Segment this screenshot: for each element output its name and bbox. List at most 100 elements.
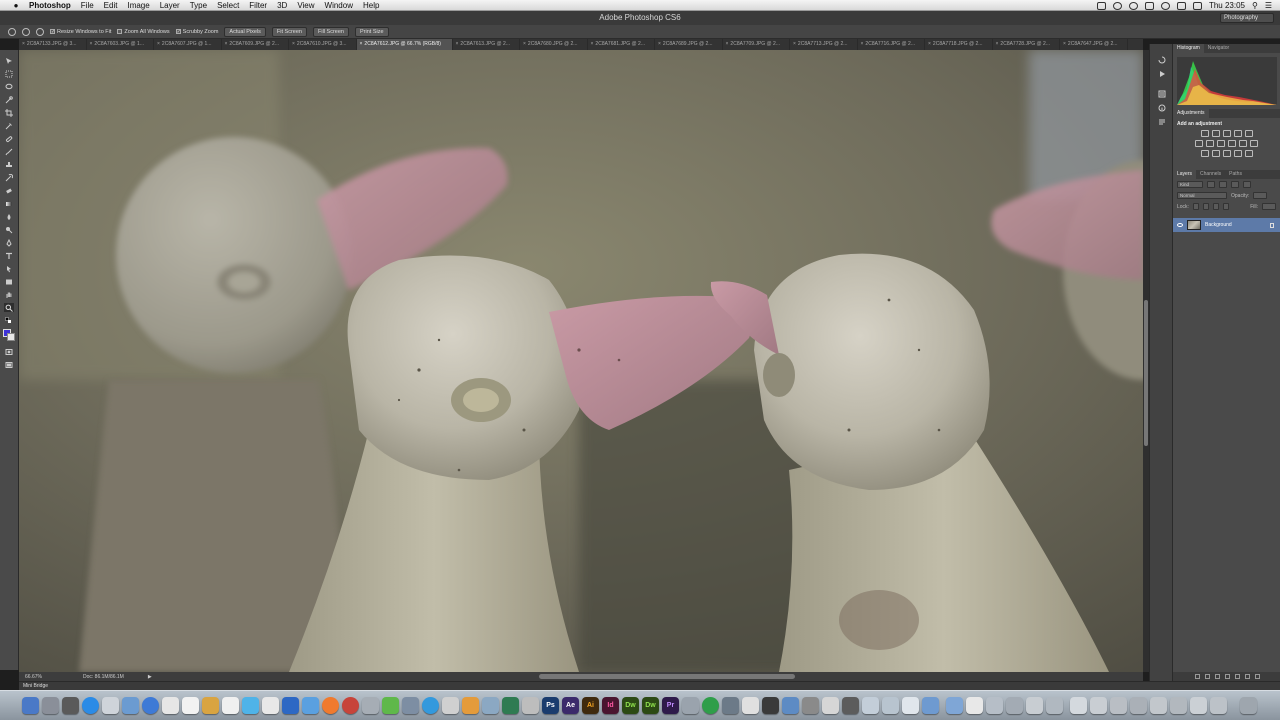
zoom-level[interactable]: 66.67%	[19, 674, 43, 680]
close-tab-icon[interactable]: ×	[1063, 41, 1066, 47]
horizontal-scroll-thumb[interactable]	[539, 674, 795, 679]
close-tab-icon[interactable]: ×	[658, 41, 661, 47]
doc-tab[interactable]: × 2C8A7680.JPG @ 2...	[520, 39, 588, 50]
history-brush-tool-icon[interactable]	[4, 173, 14, 182]
history-panel-icon[interactable]	[1157, 56, 1166, 64]
close-tab-icon[interactable]: ×	[591, 41, 594, 47]
mail-icon[interactable]	[102, 697, 119, 714]
folder-icon[interactable]	[202, 697, 219, 714]
contacts-icon[interactable]	[262, 697, 279, 714]
green-app-icon[interactable]	[702, 697, 719, 714]
calendar-icon[interactable]	[162, 697, 179, 714]
tab-histogram[interactable]: Histogram	[1173, 44, 1204, 53]
menu-layer[interactable]: Layer	[155, 0, 185, 11]
levels-icon[interactable]	[1211, 130, 1220, 137]
document-icon[interactable]	[742, 697, 759, 714]
lock-all-icon[interactable]	[1222, 203, 1229, 210]
exposure-icon[interactable]	[1233, 130, 1242, 137]
actual-pixels-button[interactable]: Actual Pixels	[224, 26, 266, 37]
resize-windows-checkbox[interactable]: ✓ Resize Windows to Fit	[50, 29, 111, 35]
menu-file[interactable]: File	[76, 0, 99, 11]
doc-tab[interactable]: × 2C8A7133.JPG @ 3...	[19, 39, 87, 50]
app-store-icon[interactable]	[282, 697, 299, 714]
scrubby-zoom-checkbox[interactable]: ✓ Scrubby Zoom	[175, 29, 218, 35]
doc-tab[interactable]: × 2C8A7610.JPG @ 3...	[289, 39, 357, 50]
chrome-icon[interactable]	[142, 697, 159, 714]
posterize-icon[interactable]	[1211, 150, 1220, 157]
photo-filter-icon[interactable]	[1228, 140, 1236, 147]
system-icon[interactable]	[482, 697, 499, 714]
trash-icon[interactable]	[1240, 697, 1257, 714]
stack-icon[interactable]	[986, 697, 1003, 714]
photo-booth-icon[interactable]	[922, 697, 939, 714]
opacity-field[interactable]	[1253, 192, 1268, 199]
close-tab-icon[interactable]: ×	[22, 41, 25, 47]
doc-tab[interactable]: × 2C8A7728.JPG @ 2...	[993, 39, 1060, 50]
zoom-in-icon[interactable]	[22, 27, 30, 36]
fill-screen-button[interactable]: Fill Screen	[313, 26, 349, 37]
clock[interactable]: Thu 23:05	[1209, 1, 1245, 10]
document-canvas[interactable]	[19, 50, 1143, 672]
clone-stamp-tool-icon[interactable]	[4, 160, 14, 169]
vlc-icon[interactable]	[322, 697, 339, 714]
system-preferences-icon[interactable]	[522, 697, 539, 714]
doc-tab[interactable]: × 2C8A7713.JPG @ 2...	[790, 39, 858, 50]
color-lookup-icon[interactable]	[1250, 140, 1258, 147]
gradient-tool-icon[interactable]	[4, 199, 14, 208]
mini-bridge-bar[interactable]: Mini Bridge	[19, 681, 1280, 690]
script-editor-icon[interactable]	[902, 697, 919, 714]
paragraph-panel-icon[interactable]	[1157, 118, 1166, 126]
kind-filter[interactable]: Kind	[1177, 181, 1203, 188]
layer-style-icon[interactable]	[1204, 674, 1210, 679]
filter-shape-icon[interactable]	[1243, 181, 1251, 188]
minimized-window-7-icon[interactable]	[1190, 697, 1207, 714]
lock-position-icon[interactable]	[1212, 203, 1219, 210]
path-selection-tool-icon[interactable]	[4, 264, 14, 273]
link-layers-icon[interactable]	[1194, 674, 1200, 679]
safari-icon[interactable]	[82, 697, 99, 714]
print-size-button[interactable]: Print Size	[354, 26, 389, 37]
minimized-window-icon[interactable]	[1070, 697, 1087, 714]
dw2-app-icon[interactable]: Dw	[642, 697, 659, 714]
menu-window[interactable]: Window	[320, 0, 358, 11]
minimized-window-8-icon[interactable]	[1210, 697, 1227, 714]
help-icon[interactable]	[882, 697, 899, 714]
doc-tab[interactable]: × 2C8A7709.JPG @ 2...	[723, 39, 790, 50]
disk-utility-icon[interactable]	[802, 697, 819, 714]
documents-stack-icon[interactable]	[966, 697, 983, 714]
channel-mixer-icon[interactable]	[1239, 140, 1247, 147]
close-tab-icon[interactable]: ×	[225, 41, 228, 47]
eyedropper-tool-icon[interactable]	[4, 121, 14, 130]
menu-image[interactable]: Image	[122, 0, 154, 11]
close-tab-icon[interactable]: ×	[928, 41, 931, 47]
close-tab-icon[interactable]: ×	[523, 41, 526, 47]
tab-adjustments[interactable]: Adjustments	[1173, 109, 1209, 118]
blend-mode-select[interactable]: Normal	[1177, 192, 1227, 199]
hue-saturation-icon[interactable]	[1195, 140, 1203, 147]
dodge-tool-icon[interactable]	[4, 225, 14, 234]
vibrance-icon[interactable]	[1244, 130, 1253, 137]
invert-icon[interactable]	[1200, 150, 1209, 157]
itunes-icon[interactable]	[302, 697, 319, 714]
info-panel-icon[interactable]	[1157, 104, 1166, 112]
mini-bridge-label[interactable]: Mini Bridge	[23, 683, 48, 689]
tab-navigator[interactable]: Navigator	[1204, 44, 1233, 53]
close-tab-icon[interactable]: ×	[793, 41, 796, 47]
preview-icon[interactable]	[122, 697, 139, 714]
spotlight-icon[interactable]: ⚲	[1252, 1, 1258, 10]
background-color-swatch[interactable]	[7, 333, 15, 341]
visibility-eye-icon[interactable]	[1177, 223, 1183, 227]
hand-tool-icon[interactable]	[4, 290, 14, 299]
menu-help[interactable]: Help	[358, 0, 384, 11]
eraser-tool-icon[interactable]	[4, 186, 14, 195]
sync-icon[interactable]	[1112, 1, 1122, 10]
pr-app-icon[interactable]: Pr	[662, 697, 679, 714]
image-capture-icon[interactable]	[822, 697, 839, 714]
quick-mask-icon[interactable]	[4, 347, 14, 356]
close-tab-icon[interactable]: ×	[90, 41, 93, 47]
workspace-switcher[interactable]: Photography	[1220, 13, 1274, 23]
move-tool-icon[interactable]	[4, 56, 14, 65]
minimized-window-6-icon[interactable]	[1170, 697, 1187, 714]
shape-tool-icon[interactable]	[4, 277, 14, 286]
close-tab-icon[interactable]: ×	[996, 41, 999, 47]
